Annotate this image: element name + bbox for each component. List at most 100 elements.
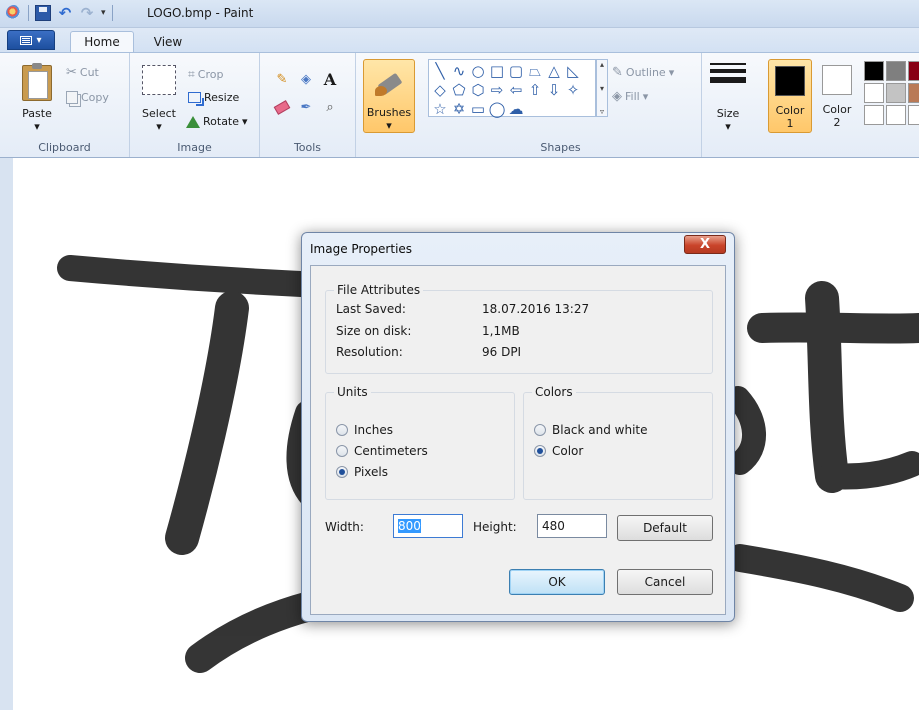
triangle-shape-icon[interactable]: △ — [545, 62, 563, 80]
dialog-title: Image Properties — [310, 242, 413, 256]
fill-button[interactable]: ◈ Fill ▾ — [612, 89, 648, 104]
select-icon[interactable] — [142, 65, 176, 95]
units-inches-radio[interactable]: Inches — [336, 423, 393, 437]
copy-icon — [66, 91, 78, 104]
window-title: LOGO.bmp - Paint — [147, 6, 254, 20]
width-input[interactable]: 800 — [393, 514, 463, 538]
paint-app-icon[interactable] — [6, 5, 22, 21]
outline-label: Outline — [625, 66, 666, 79]
brush-stroke — [805, 281, 849, 493]
height-input[interactable]: 480 — [537, 514, 607, 538]
close-button[interactable]: X — [684, 235, 726, 254]
units-pixels-radio[interactable]: Pixels — [336, 465, 388, 479]
palette-swatch[interactable] — [864, 105, 884, 125]
chevron-down-icon[interactable]: ▾ — [600, 84, 604, 93]
pencil-icon[interactable]: ✎ — [272, 69, 292, 89]
tab-home[interactable]: Home — [70, 31, 134, 52]
radio-icon — [534, 424, 546, 436]
rounded-rectangle-shape-icon[interactable]: ▢ — [507, 62, 525, 80]
customize-qat-chevron-icon[interactable]: ▾ — [101, 8, 106, 18]
four-point-star-shape-icon[interactable]: ✧ — [564, 81, 582, 99]
undo-icon[interactable]: ↶ — [57, 5, 73, 21]
paste-button[interactable]: Paste ▾ — [18, 107, 56, 133]
chevron-down-icon: ▾ — [156, 120, 162, 133]
units-group: Units Inches Centimeters Pixels — [325, 385, 515, 500]
down-arrow-shape-icon[interactable]: ⇩ — [545, 81, 563, 99]
resize-button[interactable]: Resize — [188, 91, 239, 106]
size-icon[interactable] — [710, 63, 746, 91]
curve-shape-icon[interactable]: ∿ — [450, 62, 468, 80]
select-button[interactable]: Select ▾ — [138, 107, 180, 133]
pentagon-shape-icon[interactable]: ⬠ — [450, 81, 468, 99]
cancel-button[interactable]: Cancel — [617, 569, 713, 595]
line-shape-icon[interactable]: ╲ — [431, 62, 449, 80]
colors-black-white-radio[interactable]: Black and white — [534, 423, 648, 437]
palette-swatch[interactable] — [908, 83, 919, 103]
palette-swatch[interactable] — [908, 105, 919, 125]
diamond-shape-icon[interactable]: ◇ — [431, 81, 449, 99]
save-icon[interactable] — [35, 5, 51, 21]
six-point-star-shape-icon[interactable]: ✡ — [450, 100, 468, 118]
rectangle-shape-icon[interactable]: □ — [488, 62, 506, 80]
crop-button[interactable]: ⌗ Crop — [188, 67, 223, 82]
text-tool-icon[interactable]: A — [320, 69, 340, 89]
rotate-button[interactable]: Rotate ▾ — [186, 115, 248, 128]
palette-swatch[interactable] — [886, 105, 906, 125]
up-arrow-shape-icon[interactable]: ⇧ — [526, 81, 544, 99]
brushes-button[interactable]: Brushes ▾ — [363, 59, 415, 133]
color2-button[interactable]: Color 2 — [816, 59, 860, 133]
tab-view[interactable]: View — [140, 31, 196, 52]
oval-shape-icon[interactable]: ○ — [469, 62, 487, 80]
palette-swatch[interactable] — [886, 61, 906, 81]
redo-icon[interactable]: ↷ — [79, 5, 95, 21]
resolution-label: Resolution: — [336, 345, 403, 359]
eraser-tool[interactable] — [272, 97, 292, 117]
cut-label: Cut — [79, 66, 99, 79]
chevron-up-icon[interactable]: ▴ — [600, 60, 604, 69]
default-button[interactable]: Default — [617, 515, 713, 541]
resize-icon — [188, 92, 204, 106]
rounded-callout-shape-icon[interactable]: ▭ — [469, 100, 487, 118]
colors-group: Colors Black and white Color — [523, 385, 713, 500]
image-group-label: Image — [177, 141, 212, 154]
gallery-expand-icon[interactable]: ▿ — [600, 107, 604, 116]
tools-group-label: Tools — [293, 141, 322, 154]
palette-swatch[interactable] — [908, 61, 919, 81]
outline-button[interactable]: ✎ Outline ▾ — [612, 65, 674, 80]
brushes-label-wrap: Brushes ▾ — [364, 106, 414, 132]
brushes-label: Brushes — [366, 106, 412, 119]
tools-group: ✎ ◈ A ✒ ⌕ Tools — [260, 53, 356, 157]
colors-color-label: Color — [552, 444, 584, 458]
radio-icon — [336, 445, 348, 457]
cut-button[interactable]: ✂ Cut — [66, 65, 99, 80]
polygon-shape-icon[interactable]: ⏢ — [526, 62, 544, 80]
width-value: 800 — [398, 519, 421, 533]
magnifier-icon[interactable]: ⌕ — [320, 97, 340, 117]
paint-menu-button[interactable]: ▾ — [7, 30, 55, 50]
color-picker-icon[interactable]: ✒ — [296, 97, 316, 117]
right-triangle-shape-icon[interactable]: ◺ — [564, 62, 582, 80]
qat-separator — [111, 5, 113, 21]
hexagon-shape-icon[interactable]: ⬡ — [469, 81, 487, 99]
size-button[interactable]: Size ▾ — [706, 107, 750, 133]
paste-icon[interactable] — [22, 63, 52, 101]
shapes-gallery-scroll[interactable]: ▴ ▾ ▿ — [596, 59, 608, 117]
right-arrow-shape-icon[interactable]: ⇨ — [488, 81, 506, 99]
palette-swatch[interactable] — [864, 83, 884, 103]
five-point-star-shape-icon[interactable]: ☆ — [431, 100, 449, 118]
colors-color-radio[interactable]: Color — [534, 444, 583, 458]
color1-button[interactable]: Color 1 — [768, 59, 812, 133]
left-arrow-shape-icon[interactable]: ⇦ — [507, 81, 525, 99]
ok-button[interactable]: OK — [509, 569, 605, 595]
oval-callout-shape-icon[interactable]: ◯ — [488, 100, 506, 118]
units-centimeters-radio[interactable]: Centimeters — [336, 444, 428, 458]
colors-black-white-label: Black and white — [552, 423, 648, 437]
crop-icon: ⌗ — [188, 67, 195, 81]
copy-button[interactable]: Copy — [66, 91, 109, 104]
chevron-down-icon: ▾ — [34, 120, 40, 133]
last-saved-value: 18.07.2016 13:27 — [482, 302, 590, 316]
palette-swatch[interactable] — [886, 83, 906, 103]
fill-bucket-icon[interactable]: ◈ — [296, 69, 316, 89]
cloud-callout-shape-icon[interactable]: ☁ — [507, 100, 525, 118]
palette-swatch[interactable] — [864, 61, 884, 81]
